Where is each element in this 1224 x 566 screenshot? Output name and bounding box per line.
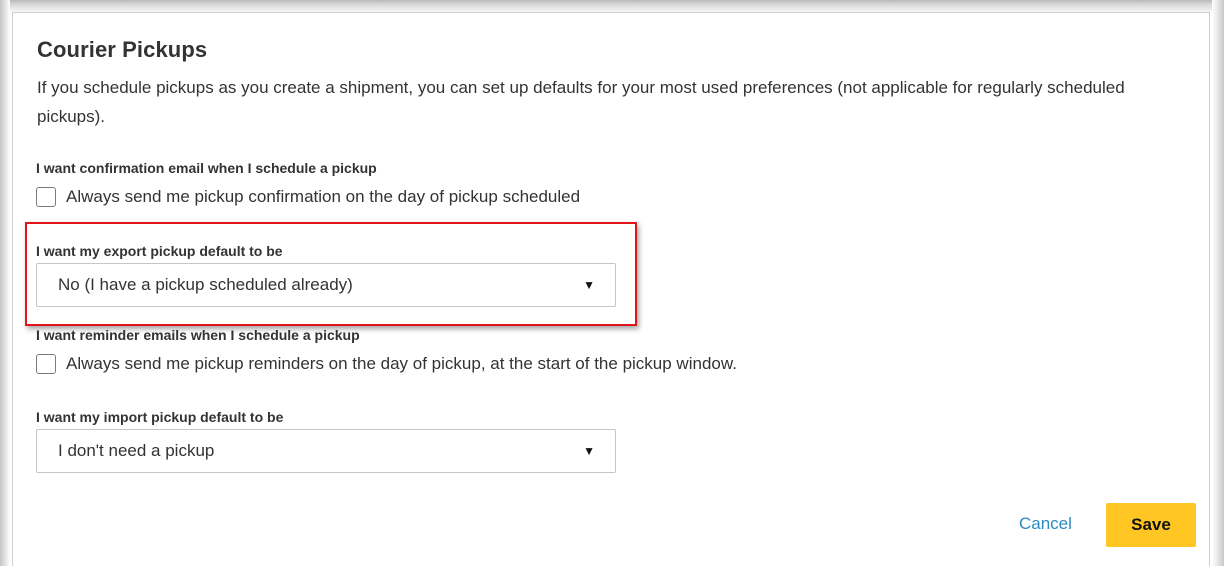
cancel-link[interactable]: Cancel xyxy=(1019,514,1072,534)
confirmation-label: I want confirmation email when I schedul… xyxy=(36,160,377,176)
export-pickup-select[interactable]: No (I have a pickup scheduled already) ▼ xyxy=(36,263,616,307)
caret-down-icon: ▼ xyxy=(583,278,595,292)
save-button[interactable]: Save xyxy=(1106,503,1196,547)
reminder-checkbox-row[interactable]: Always send me pickup reminders on the d… xyxy=(36,354,737,374)
export-pickup-label: I want my export pickup default to be xyxy=(36,243,283,259)
confirmation-checkbox-label[interactable]: Always send me pickup confirmation on th… xyxy=(66,187,580,207)
import-pickup-label: I want my import pickup default to be xyxy=(36,409,284,425)
reminder-checkbox-label[interactable]: Always send me pickup reminders on the d… xyxy=(66,354,737,374)
window-shadow-left xyxy=(0,0,10,566)
section-title: Courier Pickups xyxy=(37,37,208,62)
reminder-checkbox[interactable] xyxy=(36,354,56,374)
section-description: If you schedule pickups as you create a … xyxy=(37,78,1125,126)
export-pickup-selected-value: No (I have a pickup scheduled already) xyxy=(58,275,353,294)
reminder-label: I want reminder emails when I schedule a… xyxy=(36,327,360,343)
window-frame: Courier Pickups If you schedule pickups … xyxy=(0,0,1224,566)
confirmation-checkbox[interactable] xyxy=(36,187,56,207)
import-pickup-select[interactable]: I don't need a pickup ▼ xyxy=(36,429,616,473)
caret-down-icon: ▼ xyxy=(583,444,595,458)
import-pickup-selected-value: I don't need a pickup xyxy=(58,441,215,460)
window-shadow-right xyxy=(1212,0,1224,566)
confirmation-checkbox-row[interactable]: Always send me pickup confirmation on th… xyxy=(36,187,580,207)
